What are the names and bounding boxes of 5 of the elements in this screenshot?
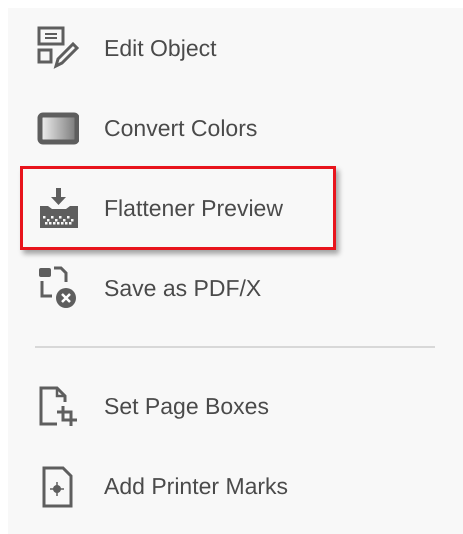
menu-item[interactable]: Flattener Preview [20, 166, 336, 250]
document-x-icon [37, 266, 79, 310]
tray-download-icon [37, 186, 79, 230]
edit-object-icon [37, 26, 79, 70]
page-crop-icon [37, 384, 79, 428]
